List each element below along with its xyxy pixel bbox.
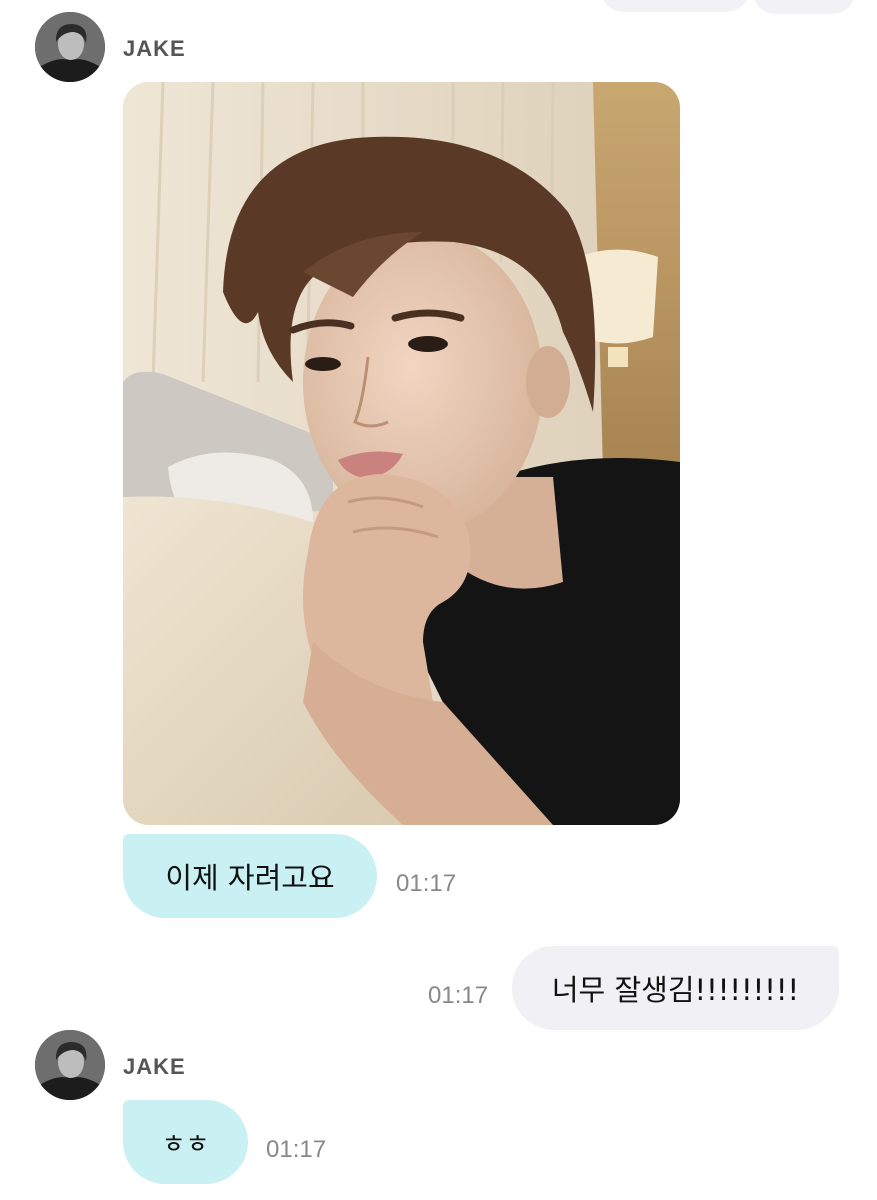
message-bubble-outgoing[interactable]: 너무 잘생김!!!!!!!!! (512, 946, 839, 1030)
selfie-photo-image (123, 82, 680, 825)
profile-photo-icon (35, 1030, 105, 1100)
message-timestamp: 01:17 (428, 982, 489, 1009)
sender-name: JAKE (123, 1054, 186, 1079)
profile-photo-icon (35, 12, 105, 82)
previous-message-bubble (600, 0, 750, 12)
message-text: ㅎㅎ (161, 1129, 210, 1160)
message-bubble-incoming[interactable]: ㅎㅎ (123, 1100, 248, 1184)
previous-message-bubble (752, 0, 856, 14)
message-text: 너무 잘생김!!!!!!!!! (551, 973, 800, 1007)
message-timestamp: 01:17 (396, 870, 457, 897)
message-photo[interactable] (123, 82, 680, 825)
avatar[interactable] (35, 12, 105, 82)
message-text: 이제 자려고요 (165, 861, 335, 895)
avatar[interactable] (35, 1030, 105, 1100)
message-timestamp: 01:17 (266, 1136, 327, 1163)
message-bubble-incoming[interactable]: 이제 자려고요 (123, 834, 377, 918)
sender-name: JAKE (123, 36, 186, 61)
